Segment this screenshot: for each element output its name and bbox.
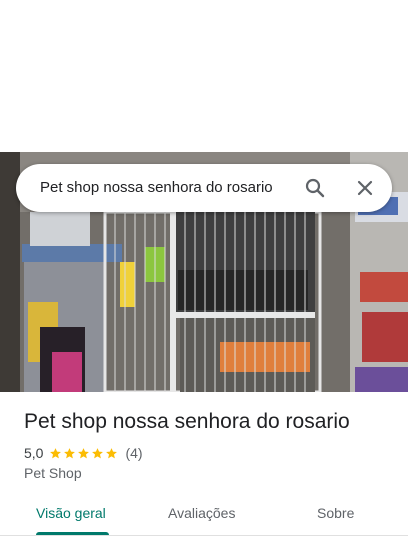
- star-icon: [106, 447, 118, 458]
- star-icon: [50, 447, 62, 458]
- tab-overview[interactable]: Visão geral: [36, 492, 106, 536]
- tabs-divider: [0, 535, 408, 536]
- rating-row[interactable]: 5,0 (4): [24, 444, 143, 462]
- rating-stars: [49, 447, 119, 460]
- place-title: Pet shop nossa senhora do rosario: [24, 410, 350, 433]
- search-bar[interactable]: Pet shop nossa senhora do rosario: [16, 164, 392, 212]
- tab-about[interactable]: Sobre: [317, 492, 354, 536]
- star-icon: [64, 447, 76, 458]
- tab-bar: Visão geral Avaliações Sobre: [0, 492, 408, 536]
- tab-reviews[interactable]: Avaliações: [168, 492, 235, 536]
- star-icon: [78, 447, 90, 458]
- search-icon[interactable]: [303, 176, 327, 200]
- close-icon[interactable]: [353, 176, 377, 200]
- star-icon: [92, 447, 104, 458]
- review-count[interactable]: (4): [125, 445, 142, 461]
- search-input[interactable]: Pet shop nossa senhora do rosario: [40, 164, 273, 212]
- place-category[interactable]: Pet Shop: [24, 465, 82, 481]
- rating-value: 5,0: [24, 445, 44, 461]
